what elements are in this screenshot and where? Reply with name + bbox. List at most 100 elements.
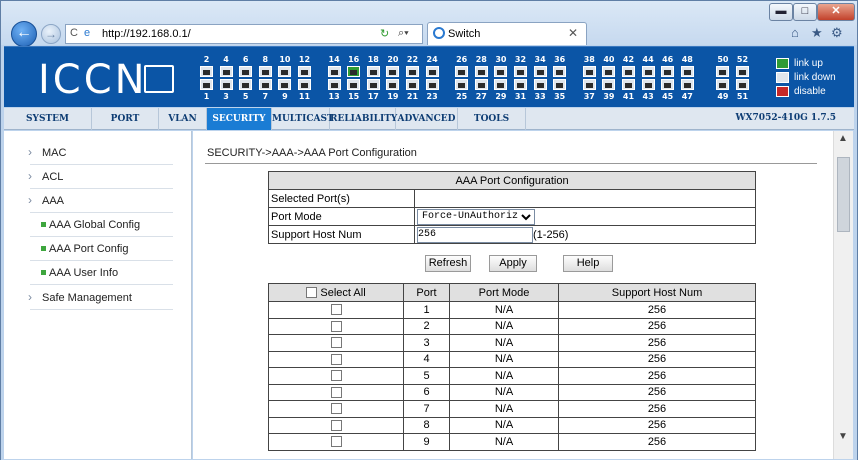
port-43-icon[interactable] (641, 79, 655, 90)
row-checkbox[interactable] (330, 403, 342, 415)
port-9-icon[interactable] (278, 79, 292, 90)
port-29-icon[interactable] (494, 79, 508, 90)
menu-tools[interactable]: TOOLS (458, 108, 526, 130)
port-23-icon[interactable] (425, 79, 439, 90)
tab-switch[interactable]: Switch ✕ (427, 22, 587, 45)
menu-security[interactable]: SECURITY (207, 108, 272, 130)
port-50-icon[interactable] (716, 66, 730, 77)
port-39-icon[interactable] (602, 79, 616, 90)
port-17-icon[interactable] (366, 79, 380, 90)
port-21-icon[interactable] (406, 79, 419, 90)
row-checkbox[interactable] (330, 386, 342, 398)
port-44-icon[interactable] (641, 66, 655, 77)
row-checkbox[interactable] (330, 337, 342, 349)
select-all-checkbox[interactable] (306, 287, 318, 299)
sidebar-item-aaa[interactable]: AAA (28, 188, 173, 213)
port-16-icon[interactable] (347, 66, 361, 77)
port-49-icon[interactable] (716, 79, 730, 90)
port-27-icon[interactable] (474, 79, 488, 90)
port-28-icon[interactable] (474, 66, 488, 77)
sidebar-item-acl[interactable]: ACL (28, 164, 173, 189)
port-4-icon[interactable] (219, 66, 233, 77)
menu-vlan[interactable]: VLAN (159, 108, 207, 130)
sidebar-item-safe-management[interactable]: Safe Management (28, 285, 173, 310)
row-checkbox[interactable] (330, 320, 342, 332)
refresh-icon[interactable]: ↻ (380, 27, 389, 40)
close-tab-icon[interactable]: ✕ (568, 26, 578, 40)
refresh-button[interactable]: Refresh (425, 255, 471, 272)
port-38-icon[interactable] (582, 66, 596, 77)
menu-advanced[interactable]: ADVANCED (396, 108, 458, 130)
sidebar-item-mac[interactable]: MAC (28, 140, 173, 165)
menu-reliability[interactable]: RELIABILITY (330, 108, 397, 130)
menu-multicast[interactable]: MULTICAST (272, 108, 334, 130)
port-mode-select[interactable]: Force-UnAuthorized (417, 208, 535, 225)
help-button[interactable]: Help (563, 255, 613, 272)
port-37-icon[interactable] (582, 79, 596, 90)
port-26-icon[interactable] (455, 66, 469, 77)
sidebar-item-aaa-port-config[interactable]: AAA Port Config (30, 237, 173, 261)
home-icon[interactable]: ⌂ (791, 25, 799, 40)
host-num-input[interactable] (417, 226, 533, 243)
port-52-icon[interactable] (736, 66, 749, 77)
row-checkbox[interactable] (330, 419, 342, 431)
port-18-icon[interactable] (366, 66, 380, 77)
row-checkbox[interactable] (330, 304, 342, 316)
maximize-button[interactable]: □ (793, 3, 817, 21)
port-51-icon[interactable] (736, 79, 749, 90)
port-5-icon[interactable] (239, 79, 253, 90)
scroll-down-icon[interactable]: ▼ (838, 431, 848, 442)
menu-port[interactable]: PORT (92, 108, 159, 130)
port-42-icon[interactable] (622, 66, 635, 77)
port-32-icon[interactable] (514, 66, 527, 77)
port-15-icon[interactable] (347, 79, 361, 90)
search-icon[interactable]: ⌕▾ (398, 27, 409, 40)
port-14-icon[interactable] (327, 66, 341, 77)
port-33-icon[interactable] (533, 79, 547, 90)
port-22-icon[interactable] (406, 66, 419, 77)
row-checkbox[interactable] (330, 353, 342, 365)
port-20-icon[interactable] (386, 66, 400, 77)
port-1-icon[interactable] (200, 79, 213, 90)
sidebar-item-aaa-user-info[interactable]: AAA User Info (30, 261, 173, 285)
address-bar[interactable]: C e http://192.168.0.1/ ↻ ⌕▾ (65, 24, 423, 44)
minimize-button[interactable]: ▬ (769, 3, 793, 21)
port-10-icon[interactable] (278, 66, 292, 77)
port-24-icon[interactable] (425, 66, 439, 77)
gear-icon[interactable]: ⚙ (831, 25, 843, 41)
forward-button[interactable]: → (41, 24, 61, 44)
apply-button[interactable]: Apply (489, 255, 537, 272)
port-19-icon[interactable] (386, 79, 400, 90)
port-46-icon[interactable] (661, 66, 675, 77)
favorites-star-icon[interactable]: ★ (811, 25, 823, 41)
scroll-up-icon[interactable]: ▲ (838, 133, 848, 144)
port-35-icon[interactable] (553, 79, 567, 90)
port-40-icon[interactable] (602, 66, 616, 77)
port-13-icon[interactable] (327, 79, 341, 90)
port-47-icon[interactable] (680, 79, 694, 90)
port-7-icon[interactable] (258, 79, 272, 90)
port-45-icon[interactable] (661, 79, 675, 90)
sidebar-item-aaa-global-config[interactable]: AAA Global Config (30, 213, 173, 237)
port-34-icon[interactable] (533, 66, 547, 77)
port-6-icon[interactable] (239, 66, 253, 77)
row-checkbox[interactable] (330, 436, 342, 448)
port-8-icon[interactable] (258, 66, 272, 77)
vertical-scrollbar[interactable]: ▲ ▼ (833, 131, 853, 459)
port-30-icon[interactable] (494, 66, 508, 77)
port-36-icon[interactable] (553, 66, 567, 77)
back-button[interactable]: ← (11, 21, 37, 47)
port-41-icon[interactable] (622, 79, 635, 90)
port-48-icon[interactable] (680, 66, 694, 77)
port-3-icon[interactable] (219, 79, 233, 90)
col-select-all[interactable]: Select All (268, 283, 404, 302)
row-checkbox[interactable] (330, 370, 342, 382)
port-2-icon[interactable] (200, 66, 213, 77)
port-31-icon[interactable] (514, 79, 527, 90)
menu-system[interactable]: SYSTEM (4, 108, 92, 130)
close-window-button[interactable]: ✕ (817, 3, 855, 21)
port-12-icon[interactable] (298, 66, 311, 77)
port-25-icon[interactable] (455, 79, 469, 90)
scroll-thumb[interactable] (837, 157, 850, 232)
port-11-icon[interactable] (298, 79, 311, 90)
